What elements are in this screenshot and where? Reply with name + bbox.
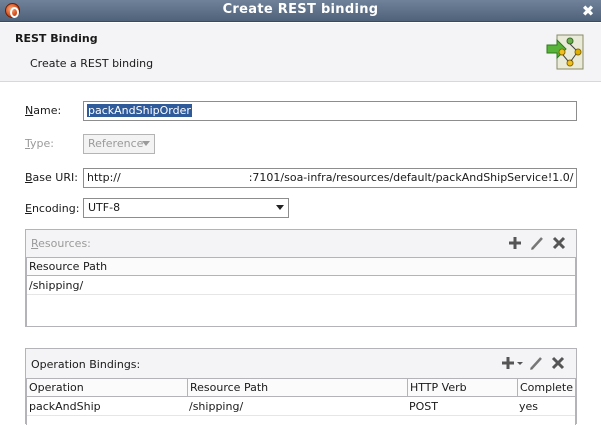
table-cell: yes <box>519 400 539 413</box>
operation-bindings-panel: Operation Bindings: Operation Resource P… <box>25 348 577 425</box>
resources-panel: Resources: Resource Path /shipping/ <box>25 229 577 327</box>
chevron-down-icon <box>276 205 284 210</box>
table-cell: /shipping/ <box>189 400 244 413</box>
operations-table: Operation Resource Path HTTP Verb Comple… <box>26 378 576 425</box>
delete-icon[interactable] <box>550 233 568 253</box>
column-header[interactable]: Operation <box>27 381 187 397</box>
type-select[interactable]: Reference <box>83 134 155 154</box>
resources-toolbar <box>506 233 568 253</box>
resources-table: Resource Path /shipping/ <box>26 257 576 327</box>
table-cell: packAndShip <box>29 400 101 413</box>
column-header[interactable]: Complete <box>517 379 575 397</box>
column-header[interactable]: Resource Path <box>187 379 407 397</box>
type-label: Type: <box>25 137 54 150</box>
operation-bindings-title: Operation Bindings: <box>31 358 141 371</box>
table-row[interactable]: packAndShip /shipping/ POST yes <box>27 398 575 416</box>
header-title: REST Binding <box>15 32 98 45</box>
add-icon[interactable] <box>506 233 524 253</box>
base-uri-field[interactable]: http://:7101/soa-infra/resources/default… <box>83 168 577 188</box>
delete-icon[interactable] <box>549 353 567 373</box>
operations-toolbar <box>500 353 568 373</box>
title-bar: Create REST binding ✖ <box>0 0 601 22</box>
table-cell: /shipping/ <box>29 279 84 292</box>
table-header: Operation Resource Path HTTP Verb Comple… <box>27 379 575 397</box>
table-cell: POST <box>409 400 438 413</box>
chevron-down-icon <box>142 141 150 146</box>
edit-icon[interactable] <box>528 233 546 253</box>
name-field[interactable]: packAndShipOrder <box>83 101 577 121</box>
edit-icon[interactable] <box>527 353 545 373</box>
resources-title: Resources: <box>31 237 91 250</box>
header-subtitle: Create a REST binding <box>30 57 154 70</box>
base-uri-label: Base URI: <box>25 171 78 184</box>
rest-binding-wizard-icon <box>546 34 584 70</box>
add-dropdown-icon[interactable] <box>500 353 524 373</box>
window-title: Create REST binding <box>222 2 379 17</box>
encoding-label: Encoding: <box>25 202 80 215</box>
close-icon[interactable]: ✖ <box>579 2 597 20</box>
table-row[interactable]: /shipping/ <box>27 277 575 295</box>
column-header[interactable]: Resource Path <box>27 260 575 276</box>
name-label: Name: <box>25 104 62 117</box>
encoding-select[interactable]: UTF-8 <box>83 198 289 218</box>
wizard-header: REST Binding Create a REST binding <box>0 23 601 82</box>
table-header: Resource Path <box>27 258 575 276</box>
column-header[interactable]: HTTP Verb <box>407 379 517 397</box>
